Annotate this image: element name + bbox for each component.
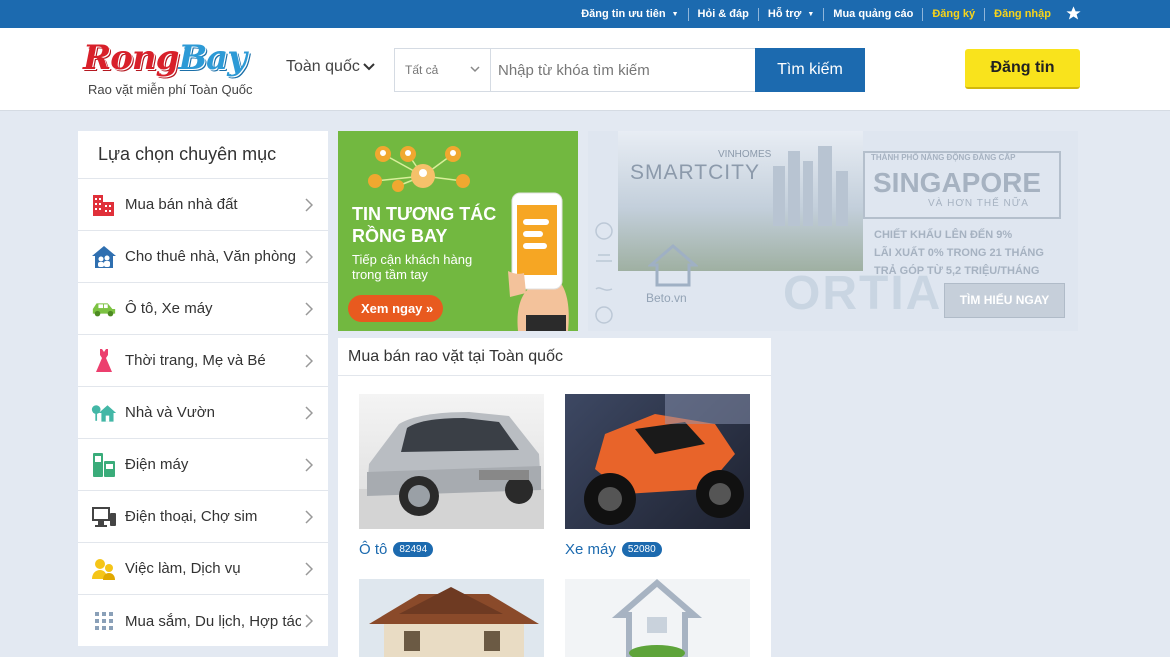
chevron-right-icon <box>305 458 313 472</box>
top-links: Đăng tin ưu tiên ▼ Hỏi & đáp Hỗ trợ ▼ Mua … <box>572 0 1060 28</box>
search-input[interactable] <box>491 49 755 91</box>
building-icon <box>91 192 117 218</box>
card-name[interactable]: Ô tô <box>359 541 387 558</box>
card-name[interactable]: Xe máy <box>565 541 616 558</box>
top-bar: Đăng tin ưu tiên ▼ Hỏi & đáp Hỗ trợ ▼ Mua … <box>0 0 1170 28</box>
house-people-icon <box>91 244 117 270</box>
tagline: Rao vặt miễn phí Toàn Quốc <box>88 82 253 97</box>
amenity-icons <box>595 222 613 324</box>
sidebar-item-label: Thời trang, Mẹ và Bé <box>125 352 266 369</box>
brand-small: VINHOMES <box>718 149 772 160</box>
chevron-right-icon <box>305 354 313 368</box>
sidebar-item-phones[interactable]: Điện thoại, Chợ sim <box>78 491 328 543</box>
house-tree-icon <box>91 400 117 426</box>
buy-ads-link[interactable]: Mua quảng cáo <box>823 7 922 21</box>
computer-phone-icon <box>91 504 117 530</box>
real-estate-ad-banner[interactable]: VINHOMES SMARTCITY THÀNH PHỐ NĂNG ĐỘNG Đ… <box>588 131 1078 331</box>
sidebar-item-label: Mua bán nhà đất <box>125 196 238 213</box>
category-card-house[interactable] <box>359 579 544 657</box>
count-badge: 52080 <box>621 542 662 557</box>
search-bar: Tất cả Tìm kiếm <box>394 48 865 92</box>
chevron-right-icon <box>305 562 313 576</box>
appliance-icon <box>91 452 117 478</box>
caret-down-icon: ▼ <box>807 10 815 18</box>
learn-more-button[interactable]: TÌM HIỂU NGAY <box>944 283 1065 318</box>
category-card-eco-house[interactable] <box>565 579 750 657</box>
chevron-right-icon <box>305 302 313 316</box>
chevron-down-icon <box>363 63 375 71</box>
motorbike-photo[interactable] <box>565 394 750 529</box>
logo[interactable]: RongBay <box>83 38 247 78</box>
grid-icon <box>91 608 117 634</box>
login-link[interactable]: Đăng nhập <box>984 7 1060 21</box>
city-name: SINGAPORE <box>873 167 1042 198</box>
sidebar-item-label: Cho thuê nhà, Văn phòng <box>125 248 296 265</box>
city-more: VÀ HƠN THẾ NỮA <box>928 198 1029 209</box>
register-link[interactable]: Đăng ký <box>922 7 984 21</box>
network-people-icon <box>368 146 470 192</box>
sidebar-title: Lựa chọn chuyên mục <box>78 131 328 179</box>
sidebar-item-home-garden[interactable]: Nhà và Vườn <box>78 387 328 439</box>
house-photo[interactable] <box>359 579 544 657</box>
sidebar-item-label: Mua sắm, Du lịch, Hợp tác <box>125 612 301 630</box>
city-skyline-icon <box>773 146 848 226</box>
search-button[interactable]: Tìm kiếm <box>755 48 865 92</box>
sidebar-item-label: Điện thoại, Chợ sim <box>125 508 258 525</box>
sidebar-item-fashion[interactable]: Thời trang, Mẹ và Bé <box>78 335 328 387</box>
location-select[interactable]: Toàn quốc <box>286 58 375 76</box>
sidebar-item-label: Nhà và Vườn <box>125 404 215 421</box>
sidebar-item-label: Ô tô, Xe máy <box>125 300 213 317</box>
listing-panel: Mua bán rao vặt tại Toàn quốc Ô tô 82494 <box>338 338 771 657</box>
banner-subtitle: Tiếp cận khách hàng trong tầm tay <box>352 252 473 282</box>
eco-house-photo[interactable] <box>565 579 750 657</box>
dress-icon <box>91 348 117 374</box>
category-select[interactable]: Tất cả <box>395 49 491 91</box>
city-line: THÀNH PHỐ NĂNG ĐỘNG ĐẲNG CẤP <box>871 153 1016 162</box>
sidebar-item-rent[interactable]: Cho thuê nhà, Văn phòng <box>78 231 328 283</box>
banner-title: TIN TƯƠNG TÁC RỒNG BAY <box>352 204 497 246</box>
caret-down-icon: ▼ <box>671 10 679 18</box>
people-icon <box>91 556 117 582</box>
brand-name: SMARTCITY <box>630 161 760 184</box>
star-icon[interactable] <box>1065 5 1082 22</box>
header: RongBay Rao vặt miễn phí Toàn Quốc Toàn … <box>0 28 1170 111</box>
sidebar-item-jobs[interactable]: Việc làm, Dịch vụ <box>78 543 328 595</box>
beto-house-icon <box>648 244 698 287</box>
chevron-right-icon <box>305 406 313 420</box>
chevron-right-icon <box>305 614 313 628</box>
watermark: Beto.vn <box>646 291 687 305</box>
view-now-button[interactable]: Xem ngay » <box>348 295 443 322</box>
phone-hand-icon <box>508 192 569 331</box>
category-card-motorbike[interactable]: Xe máy 52080 <box>565 394 750 558</box>
sidebar-item-label: Điện máy <box>125 456 189 473</box>
sidebar-item-shopping[interactable]: Mua sắm, Du lịch, Hợp tác <box>78 595 328 647</box>
listing-title: Mua bán rao vặt tại Toàn quốc <box>338 338 771 376</box>
car-icon <box>91 296 117 322</box>
project-name: ORTIA <box>783 267 943 320</box>
sidebar-item-real-estate[interactable]: Mua bán nhà đất <box>78 179 328 231</box>
priority-post-link[interactable]: Đăng tin ưu tiên ▼ <box>572 8 687 21</box>
chevron-right-icon <box>305 510 313 524</box>
car-photo[interactable] <box>359 394 544 529</box>
chevron-right-icon <box>305 250 313 264</box>
post-ad-button[interactable]: Đăng tin <box>965 49 1080 89</box>
support-link[interactable]: Hỗ trợ ▼ <box>757 7 823 21</box>
category-sidebar: Lựa chọn chuyên mục Mua bán nhà đất Cho … <box>78 131 328 646</box>
count-badge: 82494 <box>393 542 434 557</box>
category-card-car[interactable]: Ô tô 82494 <box>359 394 544 558</box>
interactive-ad-banner[interactable]: TIN TƯƠNG TÁC RỒNG BAY Tiếp cận khách hàn… <box>338 131 578 331</box>
sidebar-item-label: Việc làm, Dịch vụ <box>125 560 241 577</box>
faq-link[interactable]: Hỏi & đáp <box>687 7 758 21</box>
chevron-right-icon <box>305 198 313 212</box>
sidebar-item-electronics[interactable]: Điện máy <box>78 439 328 491</box>
sidebar-item-vehicles[interactable]: Ô tô, Xe máy <box>78 283 328 335</box>
chevron-down-icon <box>470 66 480 73</box>
